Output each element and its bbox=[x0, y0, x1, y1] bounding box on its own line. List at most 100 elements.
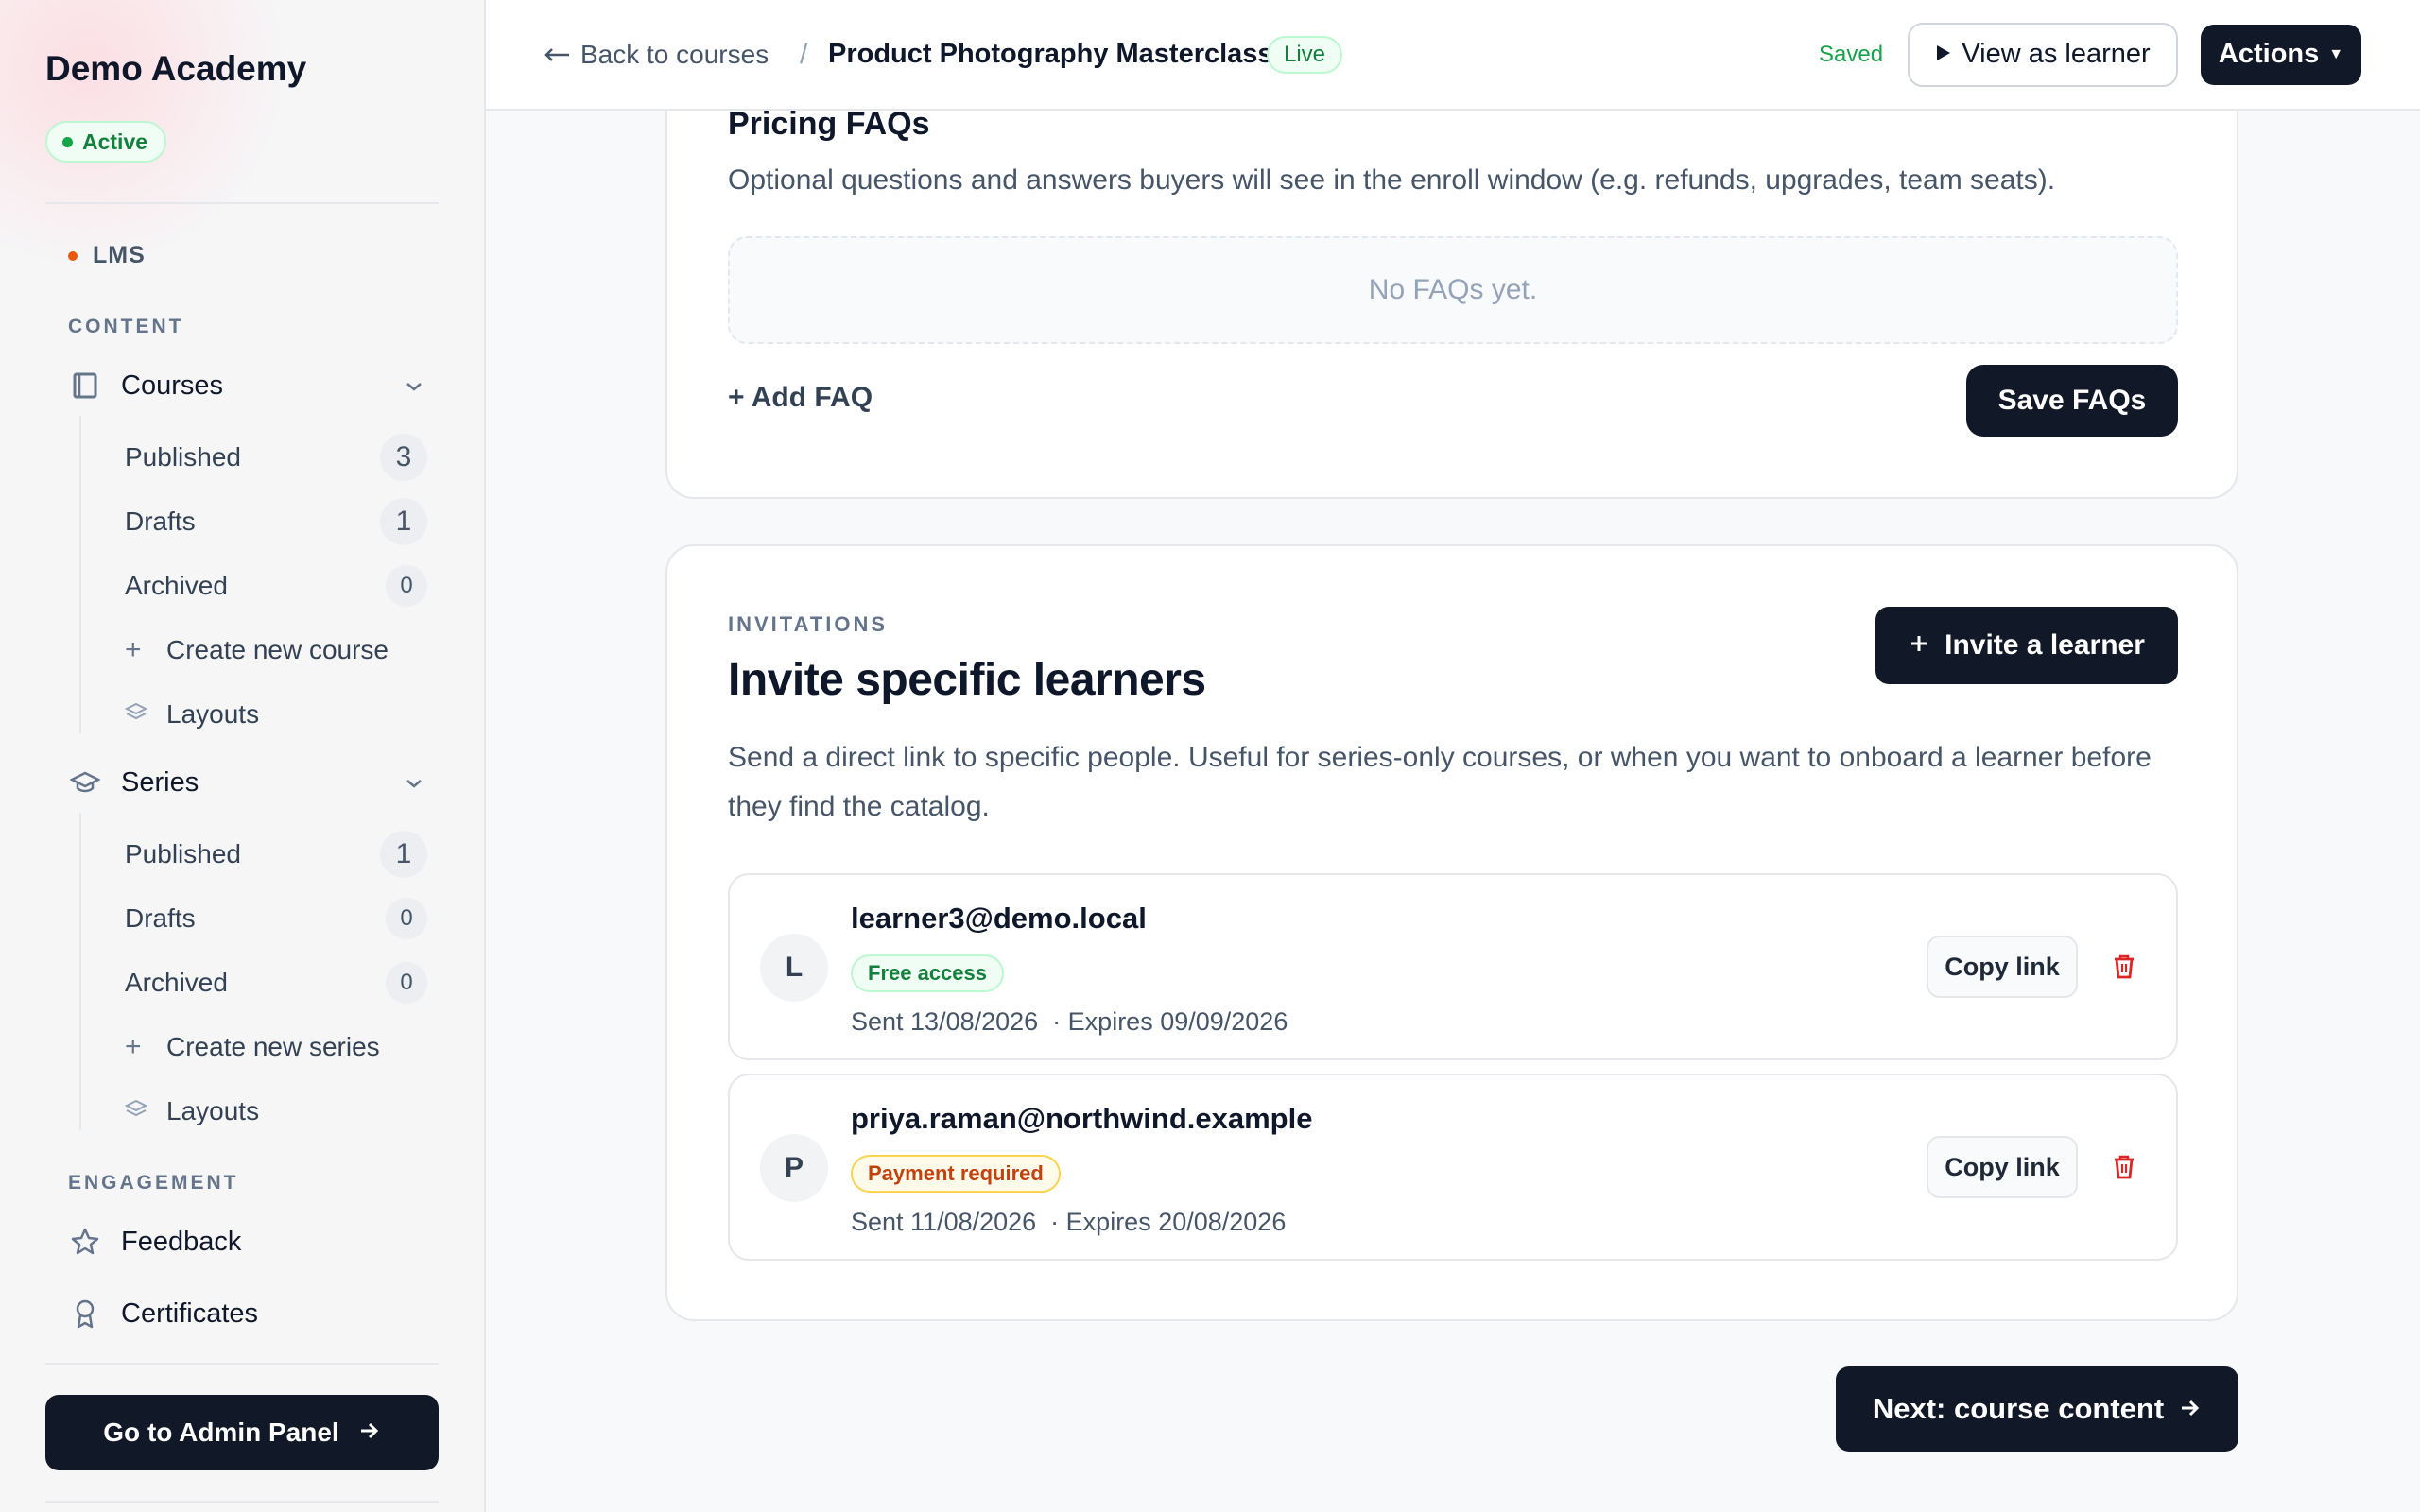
invitee-email: priya.raman@northwind.example bbox=[851, 1102, 1313, 1135]
button-label: Invite a learner bbox=[1945, 629, 2145, 661]
sidebar-item-series[interactable]: Series bbox=[68, 756, 424, 809]
sidebar-item-label: Archived bbox=[125, 968, 228, 997]
sidebar-item-series-drafts[interactable]: Drafts 0 bbox=[125, 892, 427, 945]
sidebar-item-label: Certificates bbox=[121, 1297, 259, 1329]
sidebar-item-label: Courses bbox=[121, 369, 223, 401]
sidebar-item-label: Drafts bbox=[125, 507, 196, 536]
count-badge: 1 bbox=[380, 831, 427, 878]
section-title: Pricing FAQs bbox=[728, 106, 930, 142]
section-description: Send a direct link to specific people. U… bbox=[728, 742, 2152, 822]
sidebar-item-courses[interactable]: Courses bbox=[68, 359, 424, 412]
section-label-engagement: ENGAGEMENT bbox=[68, 1172, 239, 1194]
tree-line bbox=[79, 416, 81, 733]
view-as-learner-button[interactable]: View as learner bbox=[1908, 22, 2178, 87]
layers-icon bbox=[124, 1095, 166, 1127]
divider bbox=[45, 1363, 439, 1365]
plus-icon: + bbox=[125, 1031, 142, 1062]
sidebar-item-label: Published bbox=[125, 442, 241, 472]
invitation-row: P priya.raman@northwind.example Payment … bbox=[728, 1074, 2178, 1261]
sidebar-item-certificates[interactable]: Certificates bbox=[68, 1287, 424, 1340]
invitations-card: INVITATIONS Invite specific learners Inv… bbox=[666, 544, 2238, 1321]
sidebar-item-label: Feedback bbox=[121, 1226, 242, 1257]
sidebar-item-feedback[interactable]: Feedback bbox=[68, 1215, 424, 1268]
back-to-courses-link[interactable]: Back to courses bbox=[543, 40, 769, 70]
empty-state: No FAQs yet. bbox=[728, 236, 2178, 344]
avatar: L bbox=[760, 934, 828, 1002]
status-badge-label: Active bbox=[82, 129, 148, 154]
divider bbox=[45, 1501, 439, 1503]
sidebar-item-label: Layouts bbox=[166, 1096, 260, 1125]
plus-icon: + bbox=[125, 634, 142, 665]
arrow-right-icon bbox=[358, 1418, 381, 1448]
chevron-down-icon[interactable] bbox=[405, 373, 424, 398]
top-bar: Back to courses / Product Photography Ma… bbox=[486, 0, 2420, 111]
sidebar-item-courses-archived[interactable]: Archived 0 bbox=[125, 559, 427, 612]
section-eyebrow: INVITATIONS bbox=[728, 612, 889, 636]
sidebar-item-label: Archived bbox=[125, 571, 228, 600]
app-dot bbox=[68, 250, 78, 261]
book-icon bbox=[68, 371, 102, 400]
sidebar-item-series-layouts[interactable]: Layouts bbox=[124, 1085, 427, 1138]
invitation-row: L learner3@demo.local Free access Sent 1… bbox=[728, 873, 2178, 1060]
count-badge: 3 bbox=[380, 434, 427, 481]
add-faq-button[interactable]: + Add FAQ bbox=[728, 382, 873, 414]
app-label-text: LMS bbox=[93, 242, 146, 268]
count-badge: 0 bbox=[386, 962, 427, 1004]
plus-icon bbox=[1909, 629, 1929, 662]
sidebar-item-label: Drafts bbox=[125, 903, 196, 933]
award-icon bbox=[68, 1298, 102, 1329]
breadcrumb-separator: / bbox=[800, 38, 808, 70]
page-title: Product Photography Masterclass bbox=[828, 39, 1273, 69]
next-course-content-button[interactable]: Next: course content bbox=[1836, 1366, 2238, 1452]
back-link-label: Back to courses bbox=[580, 39, 769, 69]
button-label: Next: course content bbox=[1872, 1392, 2165, 1425]
copy-link-button[interactable]: Copy link bbox=[1927, 936, 2078, 998]
create-new-series-button[interactable]: + Create new series bbox=[125, 1021, 427, 1074]
layers-icon bbox=[124, 698, 166, 730]
create-new-course-button[interactable]: + Create new course bbox=[125, 624, 427, 677]
sidebar-item-courses-published[interactable]: Published 3 bbox=[125, 431, 427, 484]
section-description: Optional questions and answers buyers wi… bbox=[728, 164, 2056, 196]
button-label: View as learner bbox=[1962, 39, 2151, 69]
caret-down-icon: ▼ bbox=[2328, 45, 2344, 62]
trash-icon[interactable] bbox=[2108, 1151, 2140, 1183]
sidebar-item-series-archived[interactable]: Archived 0 bbox=[125, 956, 427, 1009]
sidebar-item-label: Create new series bbox=[166, 1032, 380, 1061]
button-label: Go to Admin Panel bbox=[103, 1418, 339, 1447]
section-label-content: CONTENT bbox=[68, 316, 184, 337]
access-badge: Free access bbox=[851, 954, 1004, 992]
sidebar-item-label: Series bbox=[121, 766, 199, 798]
sidebar-item-course-layouts[interactable]: Layouts bbox=[124, 688, 427, 741]
section-title: Invite specific learners bbox=[728, 655, 1206, 705]
arrow-left-icon bbox=[543, 40, 571, 70]
arrow-right-icon bbox=[2179, 1392, 2202, 1426]
invite-learner-button[interactable]: Invite a learner bbox=[1876, 607, 2178, 684]
sidebar-item-label: Layouts bbox=[166, 699, 260, 729]
status-dot bbox=[62, 136, 73, 147]
access-badge: Payment required bbox=[851, 1155, 1061, 1193]
save-faqs-button[interactable]: Save FAQs bbox=[1966, 365, 2178, 437]
divider bbox=[45, 202, 439, 204]
sidebar-item-series-published[interactable]: Published 1 bbox=[125, 828, 427, 881]
save-status: Saved bbox=[1819, 41, 1884, 67]
button-label: Actions bbox=[2218, 39, 2320, 69]
tree-line bbox=[79, 813, 81, 1130]
go-to-admin-panel-button[interactable]: Go to Admin Panel bbox=[45, 1395, 439, 1470]
avatar: P bbox=[760, 1134, 828, 1202]
count-badge: 0 bbox=[386, 565, 427, 607]
sidebar-item-label: Published bbox=[125, 839, 241, 868]
status-badge: Active bbox=[45, 121, 167, 163]
invitation-dates: Sent 11/08/2026 · Expires 20/08/2026 bbox=[851, 1208, 1287, 1236]
actions-menu-button[interactable]: Actions ▼ bbox=[2201, 24, 2361, 85]
graduation-cap-icon bbox=[68, 770, 102, 795]
copy-link-button[interactable]: Copy link bbox=[1927, 1136, 2078, 1198]
count-badge: 1 bbox=[380, 498, 427, 545]
chevron-down-icon[interactable] bbox=[405, 770, 424, 795]
brand-name: Demo Academy bbox=[45, 49, 307, 88]
play-icon bbox=[1935, 39, 1952, 70]
app-label: LMS bbox=[68, 242, 146, 269]
star-icon bbox=[68, 1228, 102, 1256]
sidebar-item-courses-drafts[interactable]: Drafts 1 bbox=[125, 495, 427, 548]
invitation-dates: Sent 13/08/2026 · Expires 09/09/2026 bbox=[851, 1007, 1288, 1036]
trash-icon[interactable] bbox=[2108, 951, 2140, 983]
